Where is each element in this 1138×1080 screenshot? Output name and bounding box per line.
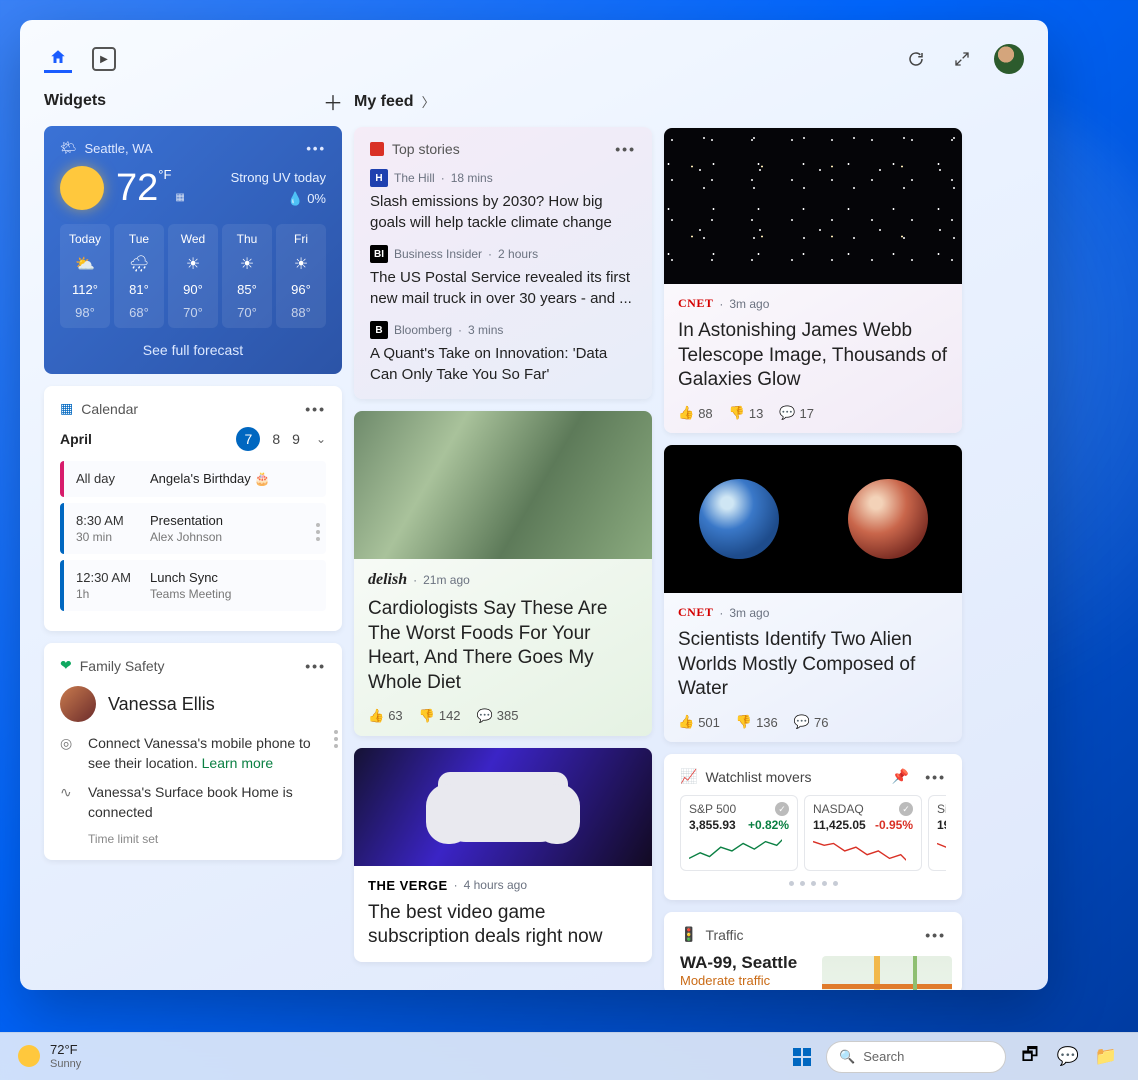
activity-icon: ∿	[60, 783, 78, 822]
ticker-item[interactable]: Silver 19.28	[928, 795, 946, 871]
dislike-button[interactable]: 👎 13	[729, 405, 764, 421]
time-limit-label: Time limit set	[88, 832, 326, 846]
watchlist-widget[interactable]: 📈 Watchlist movers 📌 ••• S&P 500✓ 3,855.…	[664, 754, 962, 900]
like-button[interactable]: 👍 63	[368, 708, 403, 724]
chat-icon[interactable]: 💬	[1050, 1039, 1086, 1075]
article-card[interactable]: CNET · 3m ago In Astonishing James Webb …	[664, 128, 962, 433]
watchlist-title: Watchlist movers	[705, 769, 811, 785]
taskbar-weather[interactable]: 72°F Sunny	[18, 1043, 81, 1069]
taskbar-search[interactable]: 🔍 Search	[826, 1041, 1006, 1073]
calendar-month: April	[60, 431, 92, 447]
top-stories-card[interactable]: Top stories ••• HThe Hill · 18 mins Slas…	[354, 127, 652, 399]
drag-handle-icon[interactable]	[334, 730, 338, 748]
refresh-icon[interactable]	[902, 45, 930, 73]
weather-temp: 72	[116, 167, 158, 209]
chart-icon: 📈	[680, 768, 697, 785]
family-more-icon[interactable]: •••	[305, 658, 326, 674]
news-icon	[370, 142, 384, 156]
forecast-day[interactable]: Wed☀90°70°	[168, 224, 218, 328]
weather-uv: Strong UV today	[231, 170, 326, 185]
forecast-day[interactable]: Tue🌧81°68°	[114, 224, 164, 328]
calendar-day[interactable]: 8	[272, 431, 280, 447]
top-stories-label: Top stories	[392, 141, 460, 157]
calendar-event[interactable]: All day Angela's Birthday 🎂	[60, 461, 326, 497]
article-card[interactable]: delish · 21m ago Cardiologists Say These…	[354, 411, 652, 736]
comment-button[interactable]: 💬 17	[779, 405, 814, 421]
traffic-map[interactable]	[822, 956, 952, 990]
like-button[interactable]: 👍 88	[678, 405, 713, 421]
article-image	[354, 748, 652, 866]
article-image	[664, 445, 962, 593]
panel-toolbar: ▶	[44, 44, 1024, 74]
top-stories-more-icon[interactable]: •••	[615, 141, 636, 157]
dislike-button[interactable]: 👎 136	[736, 714, 778, 730]
ticker-item[interactable]: S&P 500✓ 3,855.93+0.82%	[680, 795, 798, 871]
story-item[interactable]: BBloomberg · 3 mins A Quant's Take on In…	[370, 321, 636, 385]
dislike-button[interactable]: 👎 142	[419, 708, 461, 724]
family-avatar	[60, 686, 96, 722]
calendar-widget[interactable]: ▦ Calendar ••• April 7 8 9 ⌄ All day Ang…	[44, 386, 342, 631]
pin-icon[interactable]: 📌	[892, 768, 909, 785]
like-button[interactable]: 👍 501	[678, 714, 720, 730]
drag-handle-icon[interactable]	[316, 523, 320, 541]
watchlist-more-icon[interactable]: •••	[925, 769, 946, 785]
ticker-item[interactable]: NASDAQ✓ 11,425.05-0.95%	[804, 795, 922, 871]
article-image	[354, 411, 652, 559]
calendar-more-icon[interactable]: •••	[305, 401, 326, 417]
forecast-day[interactable]: Fri☀96°88°	[276, 224, 326, 328]
traffic-title: Traffic	[705, 927, 743, 943]
family-safety-widget[interactable]: ❤ Family Safety ••• Vanessa Ellis ◎ Conn…	[44, 643, 342, 860]
check-icon: ✓	[775, 802, 789, 816]
play-icon[interactable]: ▶	[90, 45, 118, 73]
story-item[interactable]: HThe Hill · 18 mins Slash emissions by 2…	[370, 169, 636, 233]
start-button[interactable]	[784, 1039, 820, 1075]
flag-icon: ▦	[175, 192, 184, 203]
shield-icon: ❤	[60, 657, 72, 674]
calendar-event[interactable]: 12:30 AM1h Lunch SyncTeams Meeting	[60, 560, 326, 611]
traffic-widget[interactable]: 🚦 Traffic ••• WA-99, Seattle Moderate tr…	[664, 912, 962, 990]
comment-button[interactable]: 💬 385	[477, 708, 519, 724]
story-item[interactable]: BIBusiness Insider · 2 hours The US Post…	[370, 245, 636, 309]
sun-icon	[60, 166, 104, 210]
home-icon[interactable]	[44, 45, 72, 73]
calendar-day-selected[interactable]: 7	[236, 427, 260, 451]
add-widget-button[interactable]: ＋	[324, 92, 342, 110]
check-icon: ✓	[899, 802, 913, 816]
family-title: Family Safety	[80, 658, 165, 674]
chevron-right-icon[interactable]: 〉	[422, 92, 435, 111]
feed-section-title[interactable]: My feed	[354, 93, 414, 111]
chevron-down-icon[interactable]: ⌄	[316, 432, 326, 446]
article-card[interactable]: CNET · 3m ago Scientists Identify Two Al…	[664, 445, 962, 742]
widgets-panel: ▶ Widgets ＋ 🌤 Seattle, WA •••	[20, 20, 1048, 990]
traffic-light-icon: 🚦	[680, 926, 697, 943]
calendar-icon: ▦	[60, 400, 73, 417]
learn-more-link[interactable]: Learn more	[202, 755, 274, 771]
pager-dots[interactable]	[680, 881, 946, 886]
weather-more-icon[interactable]: •••	[306, 141, 326, 156]
weather-widget[interactable]: 🌤 Seattle, WA ••• 72°F▦ Strong UV today …	[44, 126, 342, 374]
weather-location: Seattle, WA	[85, 141, 153, 156]
forecast-row: Today⛅112°98° Tue🌧81°68° Wed☀90°70° Thu☀…	[60, 224, 326, 328]
family-member-name: Vanessa Ellis	[108, 694, 215, 715]
comment-button[interactable]: 💬 76	[794, 714, 829, 730]
full-forecast-link[interactable]: See full forecast	[60, 342, 326, 358]
weather-sun-icon: 🌤	[60, 140, 77, 156]
calendar-event[interactable]: 8:30 AM30 min PresentationAlex Johnson	[60, 503, 326, 554]
expand-icon[interactable]	[948, 45, 976, 73]
sun-icon	[18, 1045, 40, 1067]
article-image	[664, 128, 962, 284]
explorer-icon[interactable]: 📁	[1088, 1039, 1124, 1075]
taskbar: 72°F Sunny 🔍 Search 🗗 💬 📁	[0, 1032, 1138, 1080]
article-card[interactable]: THE VERGE · 4 hours ago The best video g…	[354, 748, 652, 962]
location-icon: ◎	[60, 734, 78, 773]
traffic-more-icon[interactable]: •••	[925, 927, 946, 943]
widgets-section-title: Widgets	[44, 92, 106, 110]
forecast-day[interactable]: Thu☀85°70°	[222, 224, 272, 328]
calendar-day[interactable]: 9	[292, 431, 300, 447]
search-icon: 🔍	[839, 1049, 855, 1065]
calendar-title: Calendar	[81, 401, 138, 417]
task-view-icon[interactable]: 🗗	[1012, 1039, 1048, 1075]
forecast-day[interactable]: Today⛅112°98°	[60, 224, 110, 328]
user-avatar[interactable]	[994, 44, 1024, 74]
